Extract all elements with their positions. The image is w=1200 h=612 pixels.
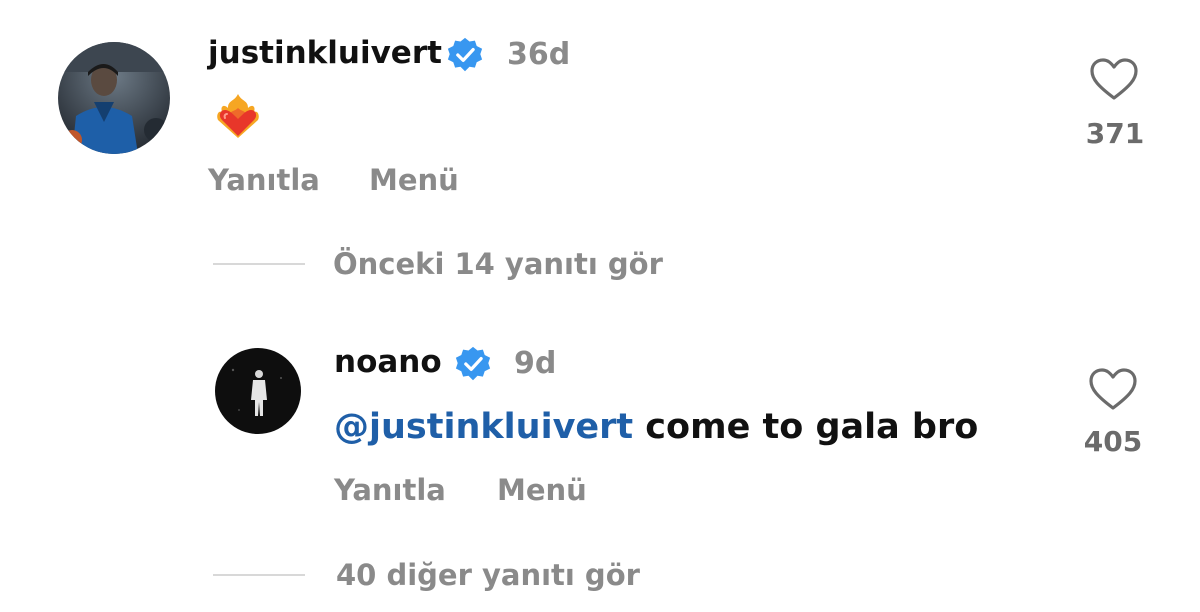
menu-button[interactable]: Menü: [369, 166, 459, 195]
reply-button[interactable]: Yanıtla: [334, 476, 446, 505]
view-more-replies-link[interactable]: 40 diğer yanıtı gör: [336, 561, 640, 590]
avatar[interactable]: [215, 348, 301, 434]
verified-badge-icon: [447, 37, 483, 73]
comment-timestamp: 36d: [507, 37, 571, 72]
comment-text: come to gala bro: [633, 407, 979, 447]
menu-button[interactable]: Menü: [497, 476, 587, 505]
verified-badge-icon: [455, 346, 491, 382]
reply-button[interactable]: Yanıtla: [208, 166, 320, 195]
user-mention-link[interactable]: @justinkluivert: [334, 407, 633, 447]
avatar[interactable]: [58, 42, 170, 154]
thread-divider: [213, 574, 305, 576]
comment-timestamp: 9d: [514, 346, 557, 381]
comment-thread: justinkluivert 36d Yanıtla Menü 371 Önce…: [0, 0, 1200, 612]
thread-divider: [213, 263, 305, 265]
comment-username[interactable]: justinkluivert: [208, 38, 442, 69]
heart-on-fire-emoji-icon: [214, 92, 262, 140]
like-count: 371: [1085, 117, 1145, 150]
comment-username[interactable]: noano: [334, 347, 442, 378]
comment-body: @justinkluivert come to gala bro: [334, 410, 978, 445]
profile-photo: [58, 42, 170, 154]
view-previous-replies-link[interactable]: Önceki 14 yanıtı gör: [333, 250, 663, 279]
like-count: 405: [1083, 425, 1143, 458]
profile-photo: [215, 348, 301, 434]
heart-icon[interactable]: [1089, 57, 1139, 101]
heart-icon[interactable]: [1088, 367, 1138, 411]
